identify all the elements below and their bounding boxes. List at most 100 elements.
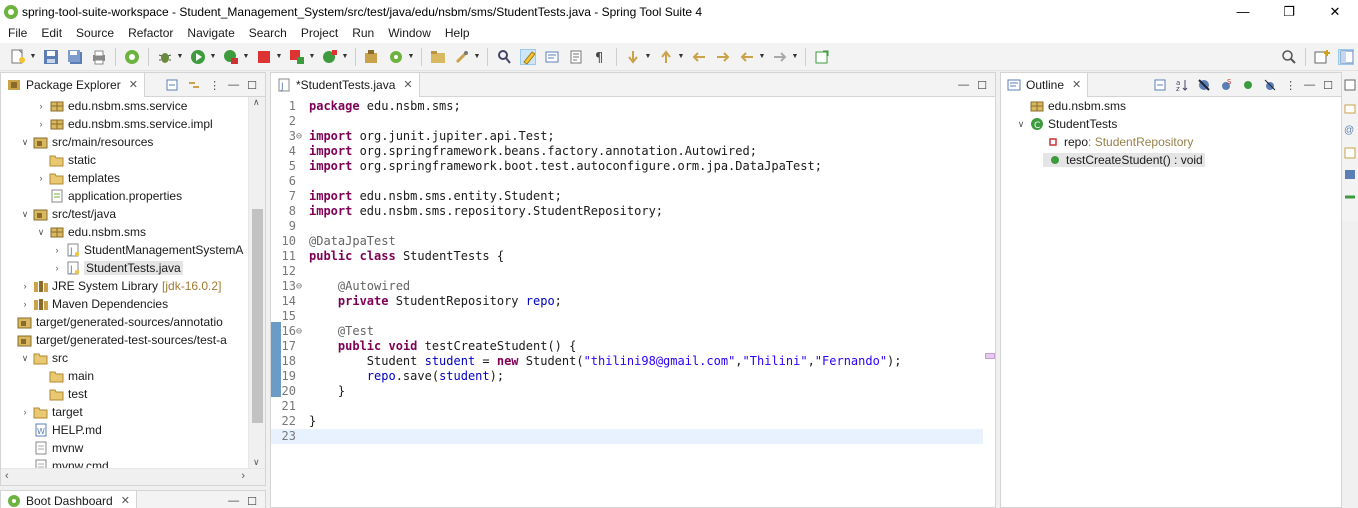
code-line[interactable]: 10 @DataJpaTest xyxy=(271,234,983,249)
code-line[interactable]: 18 Student student = new Student("thilin… xyxy=(271,354,983,369)
fold-toggle-icon[interactable]: ⊖ xyxy=(296,324,306,339)
package-explorer-hscrollbar[interactable]: ‹ › xyxy=(1,468,265,485)
chevron-right-icon[interactable]: › xyxy=(19,281,31,291)
link-with-editor-icon[interactable] xyxy=(187,78,201,92)
mark-occurrences-icon[interactable] xyxy=(520,48,536,65)
maximize-view-icon[interactable]: ☐ xyxy=(247,495,257,508)
menu-project[interactable]: Project xyxy=(294,26,345,40)
code-line[interactable]: 17 public void testCreateStudent() { xyxy=(271,339,983,354)
external-tools-dropdown-icon[interactable]: ▼ xyxy=(342,49,349,65)
declaration-icon[interactable] xyxy=(1344,147,1356,162)
run-dropdown-icon[interactable]: ▼ xyxy=(210,49,217,65)
code-line[interactable]: 2 xyxy=(271,114,983,129)
new-spring-starter-icon[interactable] xyxy=(388,49,404,65)
outline-item[interactable]: ∨ C StudentTests xyxy=(1001,115,1341,133)
menu-refactor[interactable]: Refactor xyxy=(121,26,180,40)
minimize-button[interactable]: — xyxy=(1220,0,1266,23)
close-icon[interactable]: ✕ xyxy=(1072,78,1081,91)
search-icon[interactable] xyxy=(1281,49,1297,65)
collapse-all-icon[interactable] xyxy=(165,78,179,92)
tree-item[interactable]: › J StudentTests.java xyxy=(1,259,248,277)
code-line[interactable]: 14 private StudentRepository repo; xyxy=(271,294,983,309)
tree-item[interactable]: ∨ src/test/java xyxy=(1,205,248,223)
chevron-down-icon[interactable]: ∨ xyxy=(1015,119,1027,130)
forward-edit-icon[interactable] xyxy=(715,49,731,65)
new-spring-dropdown-icon[interactable]: ▼ xyxy=(408,49,415,65)
relaunch-dropdown-icon[interactable]: ▼ xyxy=(309,49,316,65)
pilcrow-icon[interactable]: ¶ xyxy=(592,49,608,65)
tree-item[interactable]: application.properties xyxy=(1,187,248,205)
chevron-right-icon[interactable]: › xyxy=(35,119,47,129)
close-icon[interactable]: ✕ xyxy=(129,78,138,91)
tree-item[interactable]: mvnw xyxy=(1,439,248,457)
chevron-right-icon[interactable]: › xyxy=(51,245,63,255)
code-line[interactable]: 5 import org.springframework.boot.test.au… xyxy=(271,159,983,174)
pin-editor-icon[interactable] xyxy=(814,49,830,65)
tree-item[interactable]: › target xyxy=(1,403,248,421)
tree-item[interactable]: › edu.nsbm.sms.service.impl xyxy=(1,115,248,133)
maximize-view-icon[interactable]: ☐ xyxy=(1323,79,1333,92)
close-icon[interactable]: ✕ xyxy=(121,494,130,507)
tab-package-explorer[interactable]: Package Explorer ✕ xyxy=(1,72,145,97)
javadoc-icon[interactable]: @ xyxy=(1344,125,1354,136)
code-editor[interactable]: 1 package edu.nsbm.sms; 2 3 ⊖ import org.juni… xyxy=(271,97,995,507)
tab-student-tests[interactable]: J *StudentTests.java ✕ xyxy=(271,72,420,97)
chevron-down-icon[interactable]: ∨ xyxy=(19,353,31,364)
forward-icon[interactable] xyxy=(772,49,788,65)
menu-file[interactable]: File xyxy=(1,26,34,40)
code-line[interactable]: 8 import edu.nsbm.sms.repository.StudentR… xyxy=(271,204,983,219)
menu-help[interactable]: Help xyxy=(438,26,477,40)
hide-local-types-icon[interactable] xyxy=(1263,78,1277,92)
restore-icon[interactable] xyxy=(1344,79,1356,94)
code-line[interactable]: 6 xyxy=(271,174,983,189)
code-line[interactable]: 21 xyxy=(271,399,983,414)
outline-item[interactable]: repo : StudentRepository xyxy=(1001,133,1341,151)
search-tool-icon[interactable] xyxy=(454,49,470,65)
code-line[interactable]: 1 package edu.nsbm.sms; xyxy=(271,99,983,114)
chevron-down-icon[interactable]: ∨ xyxy=(19,137,31,148)
outline-item[interactable]: testCreateStudent() : void xyxy=(1001,151,1341,169)
scroll-up-icon[interactable]: ∧ xyxy=(253,97,260,108)
print-icon[interactable] xyxy=(91,49,107,65)
tree-item[interactable]: › edu.nsbm.sms.service xyxy=(1,97,248,115)
tree-item[interactable]: ∨ src/main/resources xyxy=(1,133,248,151)
previous-annotation-dropdown-icon[interactable]: ▼ xyxy=(678,49,685,65)
scroll-left-icon[interactable]: ‹ xyxy=(5,470,9,482)
save-all-icon[interactable] xyxy=(67,49,83,65)
chevron-down-icon[interactable]: ∨ xyxy=(19,209,31,220)
open-perspective-icon[interactable] xyxy=(1314,49,1330,65)
fold-toggle-icon[interactable]: ⊖ xyxy=(296,129,306,144)
sort-icon[interactable]: az xyxy=(1175,78,1189,92)
open-type-icon[interactable] xyxy=(430,49,446,65)
view-menu-icon[interactable]: ⋮ xyxy=(1285,79,1296,92)
menu-window[interactable]: Window xyxy=(381,26,438,40)
menu-search[interactable]: Search xyxy=(242,26,294,40)
previous-annotation-icon[interactable] xyxy=(658,49,674,65)
code-line[interactable]: 15 xyxy=(271,309,983,324)
code-line[interactable]: 9 xyxy=(271,219,983,234)
tree-item[interactable]: target/generated-sources/annotatio xyxy=(1,313,248,331)
tree-item[interactable]: target/generated-test-sources/test-a xyxy=(1,331,248,349)
tree-item[interactable]: W HELP.md xyxy=(1,421,248,439)
tree-item[interactable]: static xyxy=(1,151,248,169)
code-line[interactable]: 3 ⊖ import org.junit.jupiter.api.Test; xyxy=(271,129,983,144)
chevron-right-icon[interactable]: › xyxy=(35,101,47,111)
last-edit-location-icon[interactable] xyxy=(691,49,707,65)
next-annotation-icon[interactable] xyxy=(625,49,641,65)
tab-outline[interactable]: Outline ✕ xyxy=(1001,72,1089,97)
hide-fields-icon[interactable] xyxy=(1197,78,1211,92)
progress-icon[interactable] xyxy=(1344,191,1356,206)
stop-icon[interactable] xyxy=(256,49,272,65)
code-line[interactable]: 11 public class StudentTests { xyxy=(271,249,983,264)
scroll-down-icon[interactable]: ∨ xyxy=(253,457,260,468)
code-line[interactable]: 22} xyxy=(271,414,983,429)
code-line[interactable]: 13 ⊖ @Autowired xyxy=(271,279,983,294)
collapse-all-icon[interactable] xyxy=(1153,78,1167,92)
new-dropdown-icon[interactable]: ▼ xyxy=(30,49,37,65)
minimize-view-icon[interactable]: — xyxy=(1304,79,1315,91)
new-icon[interactable] xyxy=(10,49,26,65)
run-icon[interactable] xyxy=(190,49,206,65)
block-selection-icon[interactable] xyxy=(568,49,584,65)
chevron-right-icon[interactable]: › xyxy=(51,263,63,273)
forward-dropdown-icon[interactable]: ▼ xyxy=(792,49,799,65)
